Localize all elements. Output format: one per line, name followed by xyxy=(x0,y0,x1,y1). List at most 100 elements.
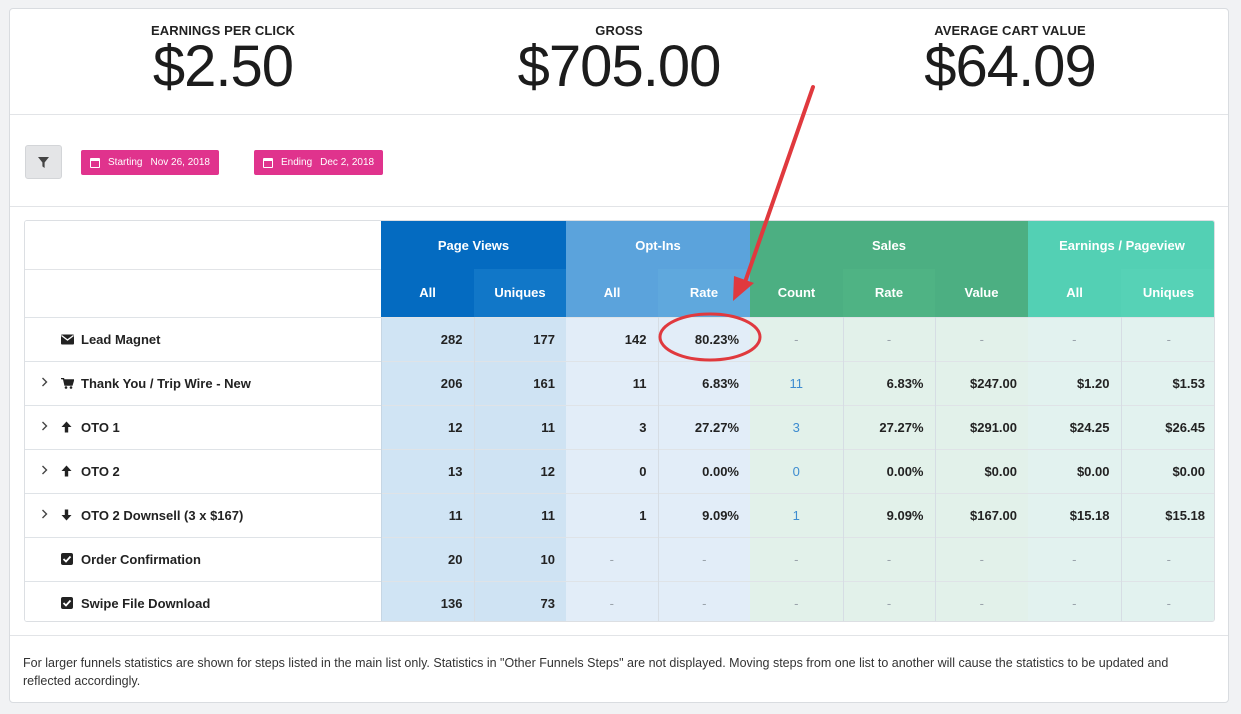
stat-gross: GROSS $705.00 xyxy=(469,23,769,98)
calendar-icon xyxy=(90,157,100,168)
cell-e-uniques: - xyxy=(1121,580,1214,621)
cell-pv-uniques: 11 xyxy=(474,404,566,449)
cell-oi-all: 1 xyxy=(566,492,659,537)
chevron-right-icon[interactable] xyxy=(41,420,61,434)
cell-e-uniques: $26.45 xyxy=(1121,404,1214,449)
header-oi-rate: Rate xyxy=(658,269,750,317)
cell-pv-all: 282 xyxy=(380,316,475,361)
header-oi-all: All xyxy=(566,269,658,317)
cell-oi-rate: - xyxy=(658,580,750,621)
chevron-right-icon[interactable] xyxy=(41,376,61,390)
cell-pv-all: 206 xyxy=(380,360,475,405)
cell-pv-all: 12 xyxy=(380,404,475,449)
cell-e-all: $24.25 xyxy=(1028,404,1122,449)
cell-pv-all: 13 xyxy=(380,448,475,493)
cell-pv-all: 20 xyxy=(380,536,475,581)
header-page-views: Page Views xyxy=(381,221,566,269)
cell-s-rate: - xyxy=(843,316,936,361)
cell-s-count: - xyxy=(750,580,844,621)
chevron-right-icon[interactable] xyxy=(41,508,61,522)
header-opt-ins: Opt-Ins xyxy=(566,221,750,269)
ending-date: Dec 2, 2018 xyxy=(320,157,375,168)
cell-oi-rate: 80.23% xyxy=(658,316,750,361)
step-name: Lead Magnet xyxy=(81,331,161,347)
cell-s-value: $247.00 xyxy=(935,360,1028,405)
cell-pv-uniques: 73 xyxy=(474,580,566,621)
arrow-up-icon xyxy=(61,465,81,477)
stats-summary: EARNINGS PER CLICK $2.50 GROSS $705.00 A… xyxy=(10,9,1228,115)
cell-s-value: - xyxy=(935,580,1028,621)
ending-label: Ending xyxy=(281,157,313,168)
cell-oi-all: - xyxy=(566,536,659,581)
cell-oi-all: - xyxy=(566,580,659,621)
cell-s-count[interactable]: 0 xyxy=(750,448,844,493)
cell-e-uniques: $1.53 xyxy=(1121,360,1214,405)
stat-value: $2.50 xyxy=(152,34,294,99)
chevron-right-icon[interactable] xyxy=(41,464,61,478)
header-sales-count: Count xyxy=(750,269,843,317)
cell-pv-uniques: 161 xyxy=(474,360,566,405)
cell-s-value: - xyxy=(935,316,1028,361)
header-sales-value: Value xyxy=(935,269,1028,317)
cell-s-value: $0.00 xyxy=(935,448,1028,493)
ending-date-tag[interactable]: Ending Dec 2, 2018 xyxy=(254,150,384,175)
cell-oi-all: 3 xyxy=(566,404,659,449)
checkbox-icon xyxy=(61,553,81,565)
cell-e-all: - xyxy=(1028,316,1122,361)
step-name: Order Confirmation xyxy=(81,551,201,567)
cell-pv-all: 11 xyxy=(380,492,475,537)
stat-value: $705.00 xyxy=(517,34,722,99)
cell-s-rate: 9.09% xyxy=(843,492,936,537)
stat-earnings-per-click: EARNINGS PER CLICK $2.50 xyxy=(73,23,373,98)
step-name: OTO 2 xyxy=(81,463,120,479)
filter-button[interactable] xyxy=(25,145,62,179)
table-row[interactable]: Thank You / Trip Wire - New 206 161 11 6.83%… xyxy=(25,360,1214,405)
header-pv-uniques: Uniques xyxy=(474,269,566,317)
header-earnings-uniques: Uniques xyxy=(1121,269,1214,317)
cell-s-count: - xyxy=(750,536,844,581)
cell-s-count: - xyxy=(750,316,844,361)
arrow-up-icon xyxy=(61,421,81,433)
step-name-cell: Thank You / Trip Wire - New xyxy=(25,360,381,405)
step-name-cell: Lead Magnet xyxy=(25,316,381,361)
step-name: OTO 2 Downsell (3 x $167) xyxy=(81,507,244,523)
step-name-cell: Order Confirmation xyxy=(25,536,381,581)
table-row[interactable]: OTO 2 Downsell (3 x $167) 11 11 1 9.09% 1 9.09… xyxy=(25,492,1214,537)
table-row: Lead Magnet 282 177 142 80.23% - - - - - xyxy=(25,316,1214,361)
stat-value: $64.09 xyxy=(924,34,1096,99)
cell-s-value: - xyxy=(935,536,1028,581)
cell-oi-rate: 0.00% xyxy=(658,448,750,493)
step-name: Thank You / Trip Wire - New xyxy=(81,375,251,391)
header-earnings-all: All xyxy=(1028,269,1121,317)
envelope-icon xyxy=(61,334,81,345)
cell-oi-rate: 27.27% xyxy=(658,404,750,449)
cell-s-count[interactable]: 11 xyxy=(750,360,844,405)
cell-e-all: $1.20 xyxy=(1028,360,1122,405)
step-name-cell: OTO 2 xyxy=(25,448,381,493)
header-sales: Sales xyxy=(750,221,1028,269)
header-sales-rate: Rate xyxy=(843,269,935,317)
cell-s-count[interactable]: 3 xyxy=(750,404,844,449)
cell-s-value: $167.00 xyxy=(935,492,1028,537)
cell-s-count[interactable]: 1 xyxy=(750,492,844,537)
cell-e-uniques: $0.00 xyxy=(1121,448,1214,493)
cell-e-uniques: - xyxy=(1121,316,1214,361)
filter-bar: Starting Nov 26, 2018 Ending Dec 2, 2018 xyxy=(10,115,1228,207)
table-row[interactable]: OTO 2 13 12 0 0.00% 0 0.00% $0.00 $0.00 $0.00 xyxy=(25,448,1214,493)
table-row[interactable]: OTO 1 12 11 3 27.27% 3 27.27% $291.00 $24.25 $26.… xyxy=(25,404,1214,449)
table-row: Swipe File Download 136 73- - - - - - - xyxy=(25,580,1214,621)
cell-s-rate: - xyxy=(843,580,936,621)
cell-oi-all: 0 xyxy=(566,448,659,493)
step-name-cell: OTO 1 xyxy=(25,404,381,449)
filter-icon xyxy=(38,156,49,168)
cell-pv-uniques: 12 xyxy=(474,448,566,493)
starting-date-tag[interactable]: Starting Nov 26, 2018 xyxy=(81,150,219,175)
cell-s-value: $291.00 xyxy=(935,404,1028,449)
cell-e-all: - xyxy=(1028,536,1122,581)
header-pv-all: All xyxy=(381,269,474,317)
step-name: Swipe File Download xyxy=(81,595,211,611)
funnel-stats-table: Page Views Opt-Ins Sales Earnings / Page… xyxy=(24,220,1215,622)
cell-oi-rate: - xyxy=(658,536,750,581)
cell-oi-all: 142 xyxy=(566,316,659,361)
cell-e-all: $15.18 xyxy=(1028,492,1122,537)
